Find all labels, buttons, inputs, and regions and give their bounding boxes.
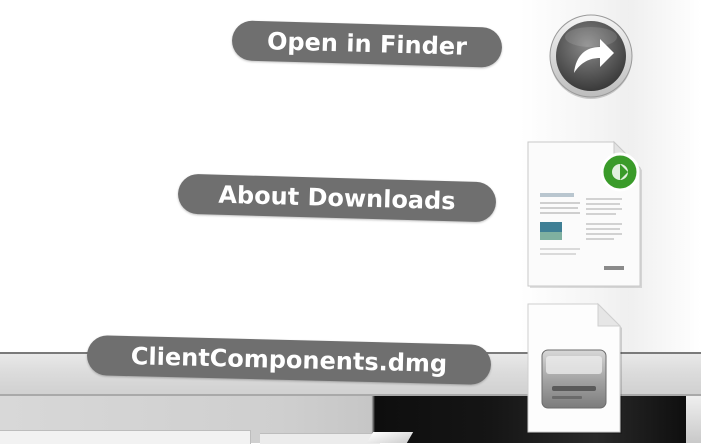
background-window bbox=[260, 433, 380, 444]
disk-image-icon[interactable] bbox=[524, 300, 624, 436]
background-window bbox=[0, 430, 251, 444]
about-downloads-label[interactable]: About Downloads bbox=[177, 173, 497, 223]
background-window-edge bbox=[686, 396, 701, 443]
document-icon[interactable] bbox=[524, 138, 646, 290]
open-in-finder-label[interactable]: Open in Finder bbox=[231, 20, 503, 68]
open-in-finder-arrow-icon[interactable] bbox=[548, 13, 634, 99]
background-highlight bbox=[366, 432, 414, 443]
